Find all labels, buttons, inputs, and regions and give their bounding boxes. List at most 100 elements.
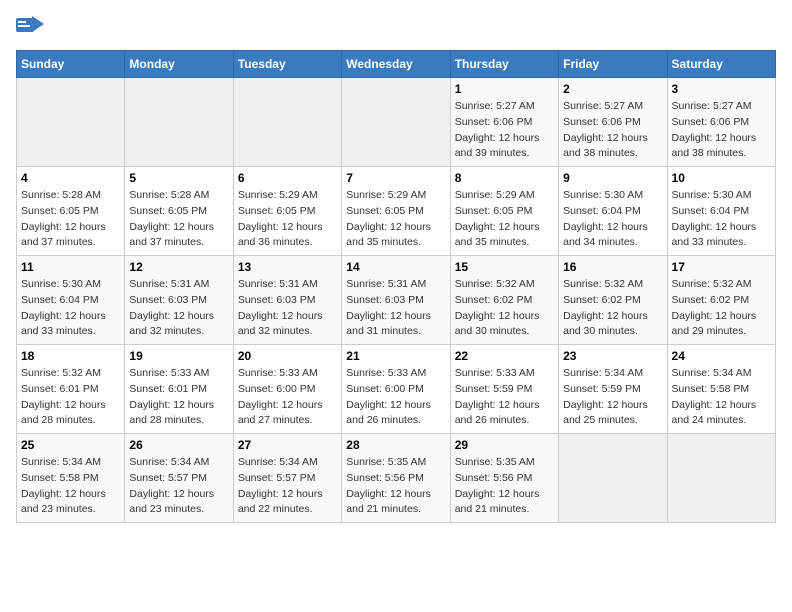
col-header-monday: Monday	[125, 51, 233, 78]
col-header-tuesday: Tuesday	[233, 51, 341, 78]
day-info: Sunrise: 5:33 AM Sunset: 5:59 PM Dayligh…	[455, 366, 554, 429]
header	[16, 16, 776, 38]
calendar-cell: 1 Sunrise: 5:27 AM Sunset: 6:06 PM Daylig…	[450, 78, 558, 167]
day-info: Sunrise: 5:31 AM Sunset: 6:03 PM Dayligh…	[346, 277, 445, 340]
calendar-cell: 8 Sunrise: 5:29 AM Sunset: 6:05 PM Daylig…	[450, 167, 558, 256]
day-number: 5	[129, 171, 228, 185]
calendar-cell: 21Sunrise: 5:33 AM Sunset: 6:00 PM Dayli…	[342, 345, 450, 434]
calendar-cell: 6 Sunrise: 5:29 AM Sunset: 6:05 PM Daylig…	[233, 167, 341, 256]
day-number: 11	[21, 260, 120, 274]
calendar-cell: 4 Sunrise: 5:28 AM Sunset: 6:05 PM Daylig…	[17, 167, 125, 256]
day-info: Sunrise: 5:30 AM Sunset: 6:04 PM Dayligh…	[563, 188, 662, 251]
day-info: Sunrise: 5:29 AM Sunset: 6:05 PM Dayligh…	[238, 188, 337, 251]
col-header-sunday: Sunday	[17, 51, 125, 78]
day-number: 12	[129, 260, 228, 274]
day-info: Sunrise: 5:27 AM Sunset: 6:06 PM Dayligh…	[563, 99, 662, 162]
day-number: 22	[455, 349, 554, 363]
day-number: 17	[672, 260, 771, 274]
day-info: Sunrise: 5:34 AM Sunset: 5:58 PM Dayligh…	[672, 366, 771, 429]
col-header-saturday: Saturday	[667, 51, 775, 78]
day-info: Sunrise: 5:35 AM Sunset: 5:56 PM Dayligh…	[455, 455, 554, 518]
day-number: 16	[563, 260, 662, 274]
day-number: 15	[455, 260, 554, 274]
calendar-cell: 12 Sunrise: 5:31 AM Sunset: 6:03 PM Dayli…	[125, 256, 233, 345]
day-number: 19	[129, 349, 228, 363]
calendar-cell: 28 Sunrise: 5:35 AM Sunset: 5:56 PM Dayli…	[342, 434, 450, 523]
day-info: Sunrise: 5:29 AM Sunset: 6:05 PM Dayligh…	[455, 188, 554, 251]
day-info: Sunrise: 5:35 AM Sunset: 5:56 PM Dayligh…	[346, 455, 445, 518]
calendar-cell: 14 Sunrise: 5:31 AM Sunset: 6:03 PM Dayli…	[342, 256, 450, 345]
day-info: Sunrise: 5:34 AM Sunset: 5:59 PM Dayligh…	[563, 366, 662, 429]
col-header-wednesday: Wednesday	[342, 51, 450, 78]
day-info: Sunrise: 5:32 AM Sunset: 6:02 PM Dayligh…	[455, 277, 554, 340]
calendar-cell: 26 Sunrise: 5:34 AM Sunset: 5:57 PM Dayli…	[125, 434, 233, 523]
calendar-cell	[125, 78, 233, 167]
day-number: 23	[563, 349, 662, 363]
day-info: Sunrise: 5:27 AM Sunset: 6:06 PM Dayligh…	[672, 99, 771, 162]
day-number: 26	[129, 438, 228, 452]
calendar-cell: 7 Sunrise: 5:29 AM Sunset: 6:05 PM Daylig…	[342, 167, 450, 256]
calendar-cell	[342, 78, 450, 167]
calendar-cell: 15 Sunrise: 5:32 AM Sunset: 6:02 PM Dayli…	[450, 256, 558, 345]
calendar-cell: 25 Sunrise: 5:34 AM Sunset: 5:58 PM Dayli…	[17, 434, 125, 523]
day-number: 8	[455, 171, 554, 185]
day-info: Sunrise: 5:32 AM Sunset: 6:02 PM Dayligh…	[563, 277, 662, 340]
day-number: 10	[672, 171, 771, 185]
logo-icon	[16, 16, 44, 38]
day-info: Sunrise: 5:33 AM Sunset: 6:00 PM Dayligh…	[346, 366, 445, 429]
day-number: 27	[238, 438, 337, 452]
calendar-cell: 27 Sunrise: 5:34 AM Sunset: 5:57 PM Dayli…	[233, 434, 341, 523]
day-number: 29	[455, 438, 554, 452]
calendar-cell: 9 Sunrise: 5:30 AM Sunset: 6:04 PM Daylig…	[559, 167, 667, 256]
col-header-friday: Friday	[559, 51, 667, 78]
calendar-cell	[559, 434, 667, 523]
day-number: 14	[346, 260, 445, 274]
day-number: 25	[21, 438, 120, 452]
day-number: 7	[346, 171, 445, 185]
day-number: 28	[346, 438, 445, 452]
day-info: Sunrise: 5:32 AM Sunset: 6:01 PM Dayligh…	[21, 366, 120, 429]
calendar-cell: 24 Sunrise: 5:34 AM Sunset: 5:58 PM Dayli…	[667, 345, 775, 434]
day-info: Sunrise: 5:34 AM Sunset: 5:58 PM Dayligh…	[21, 455, 120, 518]
calendar-cell: 10 Sunrise: 5:30 AM Sunset: 6:04 PM Dayli…	[667, 167, 775, 256]
day-number: 4	[21, 171, 120, 185]
day-info: Sunrise: 5:31 AM Sunset: 6:03 PM Dayligh…	[129, 277, 228, 340]
day-info: Sunrise: 5:29 AM Sunset: 6:05 PM Dayligh…	[346, 188, 445, 251]
calendar-cell: 16 Sunrise: 5:32 AM Sunset: 6:02 PM Dayli…	[559, 256, 667, 345]
calendar-cell: 20 Sunrise: 5:33 AM Sunset: 6:00 PM Dayli…	[233, 345, 341, 434]
calendar-cell: 19Sunrise: 5:33 AM Sunset: 6:01 PM Dayli…	[125, 345, 233, 434]
day-number: 6	[238, 171, 337, 185]
calendar-cell: 2 Sunrise: 5:27 AM Sunset: 6:06 PM Daylig…	[559, 78, 667, 167]
day-info: Sunrise: 5:31 AM Sunset: 6:03 PM Dayligh…	[238, 277, 337, 340]
calendar-cell: 29 Sunrise: 5:35 AM Sunset: 5:56 PM Dayli…	[450, 434, 558, 523]
day-number: 9	[563, 171, 662, 185]
day-number: 24	[672, 349, 771, 363]
col-header-thursday: Thursday	[450, 51, 558, 78]
day-info: Sunrise: 5:33 AM Sunset: 6:00 PM Dayligh…	[238, 366, 337, 429]
calendar-cell	[667, 434, 775, 523]
calendar-cell: 17Sunrise: 5:32 AM Sunset: 6:02 PM Dayli…	[667, 256, 775, 345]
calendar-cell: 3 Sunrise: 5:27 AM Sunset: 6:06 PM Daylig…	[667, 78, 775, 167]
day-number: 2	[563, 82, 662, 96]
day-info: Sunrise: 5:30 AM Sunset: 6:04 PM Dayligh…	[21, 277, 120, 340]
day-number: 20	[238, 349, 337, 363]
day-info: Sunrise: 5:27 AM Sunset: 6:06 PM Dayligh…	[455, 99, 554, 162]
calendar-cell: 11 Sunrise: 5:30 AM Sunset: 6:04 PM Dayli…	[17, 256, 125, 345]
day-info: Sunrise: 5:30 AM Sunset: 6:04 PM Dayligh…	[672, 188, 771, 251]
day-number: 1	[455, 82, 554, 96]
calendar-cell	[233, 78, 341, 167]
day-info: Sunrise: 5:28 AM Sunset: 6:05 PM Dayligh…	[129, 188, 228, 251]
day-info: Sunrise: 5:34 AM Sunset: 5:57 PM Dayligh…	[238, 455, 337, 518]
day-number: 3	[672, 82, 771, 96]
calendar-cell	[17, 78, 125, 167]
calendar-cell: 22 Sunrise: 5:33 AM Sunset: 5:59 PM Dayli…	[450, 345, 558, 434]
day-info: Sunrise: 5:34 AM Sunset: 5:57 PM Dayligh…	[129, 455, 228, 518]
day-info: Sunrise: 5:28 AM Sunset: 6:05 PM Dayligh…	[21, 188, 120, 251]
calendar-cell: 23 Sunrise: 5:34 AM Sunset: 5:59 PM Dayli…	[559, 345, 667, 434]
calendar-cell: 5 Sunrise: 5:28 AM Sunset: 6:05 PM Daylig…	[125, 167, 233, 256]
day-number: 13	[238, 260, 337, 274]
calendar-cell: 18 Sunrise: 5:32 AM Sunset: 6:01 PM Dayli…	[17, 345, 125, 434]
calendar-table: SundayMondayTuesdayWednesdayThursdayFrid…	[16, 50, 776, 523]
day-number: 18	[21, 349, 120, 363]
logo	[16, 16, 48, 38]
